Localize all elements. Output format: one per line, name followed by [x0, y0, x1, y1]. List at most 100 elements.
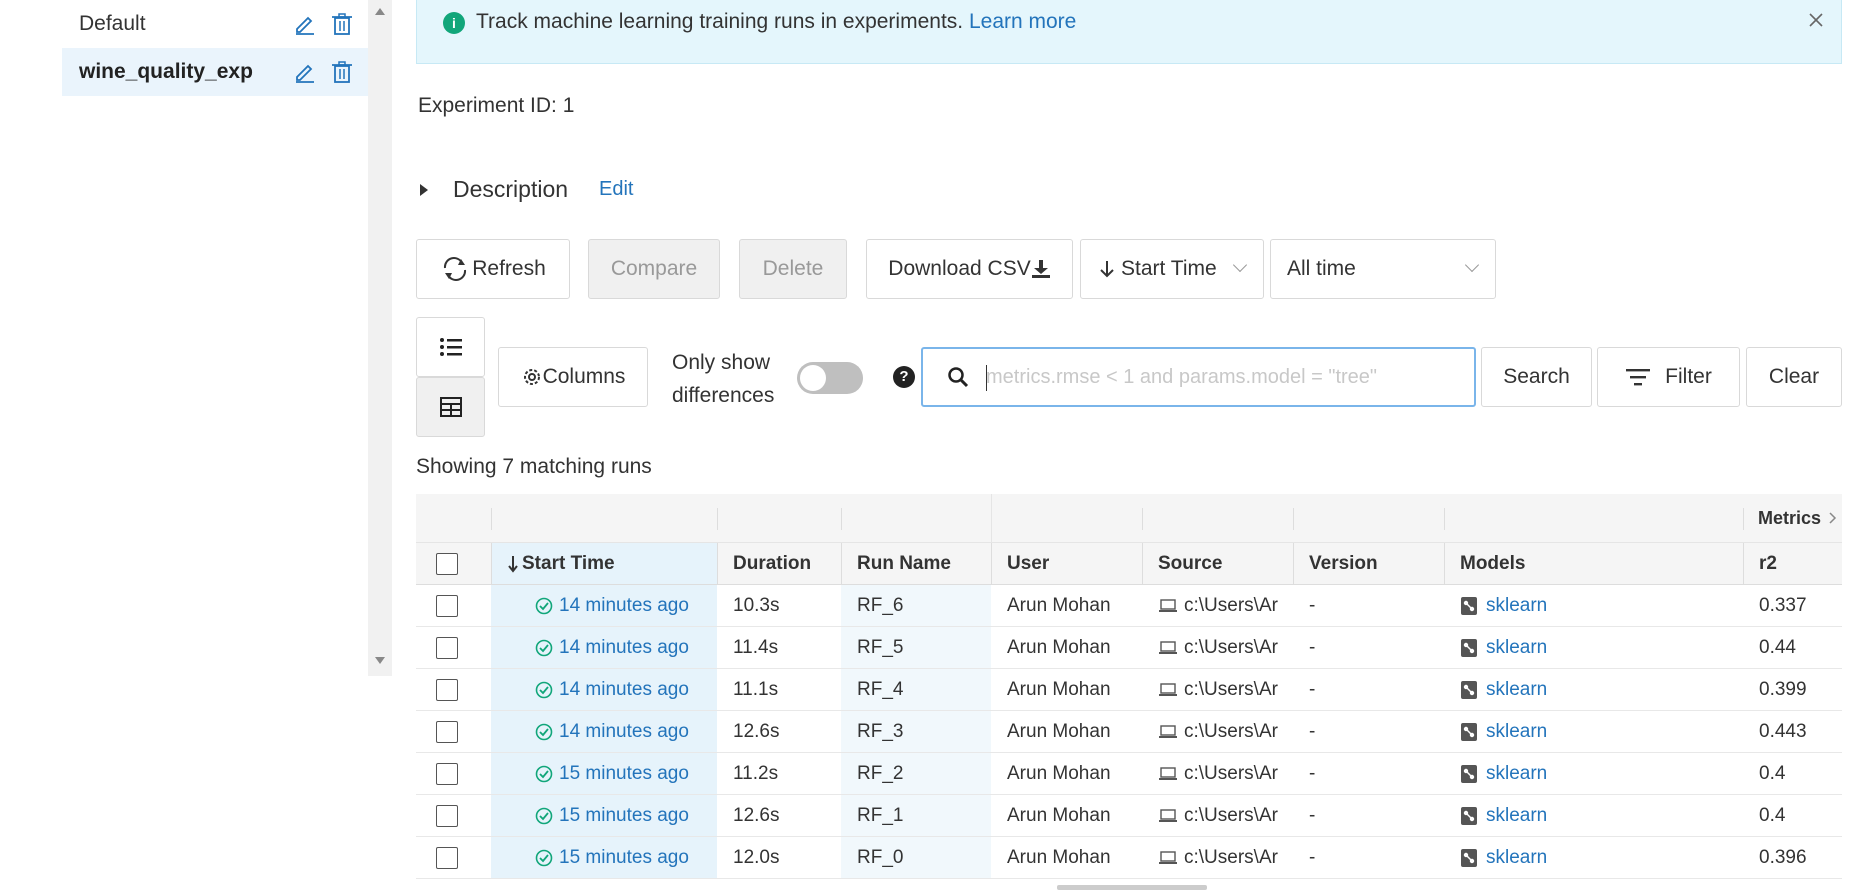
start-time-cell[interactable]: 15 minutes ago — [535, 795, 689, 836]
table-row[interactable]: 14 minutes ago 11.1s RF_4 Arun Mohan c:\… — [416, 669, 1842, 711]
sidebar-scrollbar[interactable] — [368, 0, 392, 676]
success-check-icon — [535, 597, 553, 614]
columns-button[interactable]: Columns — [498, 347, 648, 407]
experiment-item-wine-quality[interactable]: wine_quality_exp — [62, 48, 368, 96]
delete-button[interactable]: Delete — [739, 239, 847, 299]
metrics-group-header[interactable]: Metrics — [1758, 494, 1839, 542]
models-cell[interactable]: sklearn — [1460, 585, 1547, 626]
start-time-cell[interactable]: 14 minutes ago — [535, 627, 689, 668]
header-start-time[interactable]: Start Time — [507, 543, 615, 584]
table-view-toggle[interactable] — [416, 377, 485, 437]
search-input-container[interactable] — [921, 347, 1476, 407]
run-name-cell[interactable]: RF_1 — [857, 795, 903, 836]
header-run-name[interactable]: Run Name — [857, 543, 951, 584]
model-icon — [1461, 722, 1477, 741]
start-time-link[interactable]: 14 minutes ago — [559, 637, 689, 659]
run-name-cell[interactable]: RF_4 — [857, 669, 903, 710]
start-time-cell[interactable]: 14 minutes ago — [535, 585, 689, 626]
table-row[interactable]: 15 minutes ago 12.6s RF_1 Arun Mohan c:\… — [416, 795, 1842, 837]
only-show-differences-toggle[interactable] — [797, 362, 863, 394]
sort-by-dropdown[interactable]: Start Time — [1080, 239, 1264, 299]
start-time-cell[interactable]: 15 minutes ago — [535, 837, 689, 878]
list-view-toggle[interactable] — [416, 317, 485, 377]
scroll-down-arrow-icon[interactable] — [375, 657, 385, 664]
models-cell[interactable]: sklearn — [1460, 795, 1547, 836]
start-time-link[interactable]: 15 minutes ago — [559, 805, 689, 827]
horizontal-scrollbar[interactable] — [1057, 885, 1207, 890]
header-models[interactable]: Models — [1460, 543, 1525, 584]
scroll-up-arrow-icon[interactable] — [375, 8, 385, 15]
success-check-icon — [535, 681, 553, 698]
models-cell[interactable]: sklearn — [1460, 837, 1547, 878]
table-row[interactable]: 14 minutes ago 12.6s RF_3 Arun Mohan c:\… — [416, 711, 1842, 753]
row-checkbox[interactable] — [436, 721, 458, 743]
search-input[interactable] — [986, 361, 1456, 393]
expand-caret-icon[interactable] — [420, 184, 428, 196]
learn-more-link[interactable]: Learn more — [969, 10, 1076, 33]
table-row[interactable]: 15 minutes ago 12.0s RF_0 Arun Mohan c:\… — [416, 837, 1842, 879]
run-name-cell[interactable]: RF_6 — [857, 585, 903, 626]
model-link[interactable]: sklearn — [1486, 763, 1547, 785]
delete-icon[interactable] — [330, 60, 354, 84]
experiment-id-value: 1 — [562, 94, 575, 117]
description-label[interactable]: Description — [453, 176, 568, 203]
model-link[interactable]: sklearn — [1486, 805, 1547, 827]
source-text: c:\Users\Ar — [1184, 804, 1278, 826]
row-checkbox[interactable] — [436, 637, 458, 659]
header-source[interactable]: Source — [1158, 543, 1222, 584]
toggle-knob — [800, 365, 826, 391]
model-link[interactable]: sklearn — [1486, 679, 1547, 701]
clear-button[interactable]: Clear — [1746, 347, 1842, 407]
description-edit-link[interactable]: Edit — [599, 178, 633, 201]
model-link[interactable]: sklearn — [1486, 721, 1547, 743]
model-icon — [1461, 680, 1477, 699]
row-checkbox[interactable] — [436, 595, 458, 617]
model-link[interactable]: sklearn — [1486, 637, 1547, 659]
filter-button[interactable]: Filter — [1597, 347, 1740, 407]
edit-icon[interactable] — [293, 12, 317, 36]
run-name-cell[interactable]: RF_0 — [857, 837, 903, 878]
table-row[interactable]: 14 minutes ago 11.4s RF_5 Arun Mohan c:\… — [416, 627, 1842, 669]
select-all-checkbox[interactable] — [436, 553, 458, 575]
row-checkbox[interactable] — [436, 763, 458, 785]
start-time-link[interactable]: 15 minutes ago — [559, 763, 689, 785]
models-cell[interactable]: sklearn — [1460, 627, 1547, 668]
model-link[interactable]: sklearn — [1486, 847, 1547, 869]
start-time-cell[interactable]: 14 minutes ago — [535, 711, 689, 752]
edit-icon[interactable] — [293, 60, 317, 84]
compare-button[interactable]: Compare — [588, 239, 720, 299]
help-icon[interactable]: ? — [893, 366, 915, 388]
time-range-dropdown[interactable]: All time — [1270, 239, 1496, 299]
header-version[interactable]: Version — [1309, 543, 1378, 584]
row-checkbox[interactable] — [436, 847, 458, 869]
close-icon[interactable] — [1806, 10, 1826, 30]
table-row[interactable]: 15 minutes ago 11.2s RF_2 Arun Mohan c:\… — [416, 753, 1842, 795]
start-time-link[interactable]: 14 minutes ago — [559, 595, 689, 617]
download-csv-button[interactable]: Download CSV — [866, 239, 1073, 299]
start-time-cell[interactable]: 15 minutes ago — [535, 753, 689, 794]
run-name-cell[interactable]: RF_3 — [857, 711, 903, 752]
start-time-link[interactable]: 14 minutes ago — [559, 721, 689, 743]
run-name-cell[interactable]: RF_2 — [857, 753, 903, 794]
header-duration[interactable]: Duration — [733, 543, 811, 584]
source-text: c:\Users\Ar — [1184, 720, 1278, 742]
models-cell[interactable]: sklearn — [1460, 669, 1547, 710]
row-checkbox[interactable] — [436, 805, 458, 827]
models-cell[interactable]: sklearn — [1460, 753, 1547, 794]
only-show-line2: differences — [672, 384, 775, 407]
start-time-link[interactable]: 15 minutes ago — [559, 847, 689, 869]
models-cell[interactable]: sklearn — [1460, 711, 1547, 752]
start-time-cell[interactable]: 14 minutes ago — [535, 669, 689, 710]
header-user[interactable]: User — [1007, 543, 1049, 584]
row-checkbox[interactable] — [436, 679, 458, 701]
run-name-cell[interactable]: RF_5 — [857, 627, 903, 668]
search-button[interactable]: Search — [1481, 347, 1592, 407]
info-banner: i Track machine learning training runs i… — [416, 0, 1842, 64]
model-link[interactable]: sklearn — [1486, 595, 1547, 617]
refresh-button[interactable]: Refresh — [416, 239, 570, 299]
delete-icon[interactable] — [330, 12, 354, 36]
table-row[interactable]: 14 minutes ago 10.3s RF_6 Arun Mohan c:\… — [416, 585, 1842, 627]
experiment-item-default[interactable]: Default — [62, 0, 368, 48]
start-time-link[interactable]: 14 minutes ago — [559, 679, 689, 701]
header-r2[interactable]: r2 — [1759, 543, 1777, 584]
